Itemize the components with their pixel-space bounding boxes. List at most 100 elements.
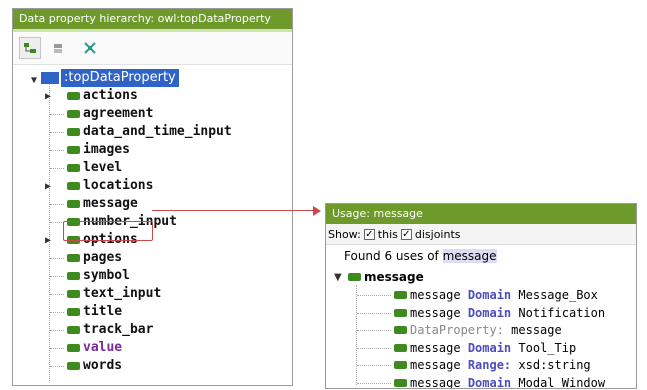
add-subproperty-icon[interactable] [19,37,41,59]
tree-item-agreement[interactable]: agreement [67,105,153,123]
disjoints-checkbox[interactable]: ✓ [400,228,412,240]
data-property-icon [67,128,80,136]
tree-item-data-and-time-input[interactable]: data_and_time_input [67,123,232,141]
tree-root[interactable]: :topDataProperty [41,69,179,87]
tree-item-label: level [83,160,123,175]
root-icon [41,72,59,84]
data-property-icon [67,164,80,172]
tree-item-label: images [83,142,130,157]
tree-branch-line [50,150,64,151]
expand-arrow-icon[interactable]: ▶ [45,181,51,192]
usage-object: Tool_Tip [518,340,577,355]
root-label: :topDataProperty [61,69,179,87]
tree-item-label: words [83,358,123,373]
usage-connector-line [152,210,315,211]
tree-branch-line [50,168,64,169]
usage-root[interactable]: message [348,269,424,285]
tree-item-message[interactable]: message [67,195,138,213]
data-property-hierarchy-panel: Data property hierarchy: owl:topDataProp… [12,8,293,386]
found-term: message [442,249,497,263]
collapse-arrow-icon[interactable]: ▼ [31,75,37,86]
usage-object: Notification [518,305,606,320]
tree-item-level[interactable]: level [67,159,122,177]
usage-keyword: Domain [467,305,512,320]
data-property-icon [394,378,407,387]
usage-collapse-arrow-icon[interactable]: ▼ [334,272,342,283]
data-property-icon [394,291,407,299]
this-label: this [377,227,398,241]
usage-root-label: message [364,270,424,284]
found-prefix: Found 6 uses of [344,249,439,263]
usage-title: Usage: message [326,204,636,224]
usage-row[interactable]: message Domain Tool_Tip [394,340,576,356]
tree-item-track-bar[interactable]: track_bar [67,321,153,339]
usage-subject: DataProperty: [410,323,504,337]
usage-row[interactable]: message Domain Modal_Window [394,375,606,389]
data-property-icon [67,92,80,100]
tree-branch-line [50,114,64,115]
usage-row[interactable]: DataProperty: message [394,322,562,338]
data-property-icon [67,290,80,298]
usage-row[interactable]: message Domain Notification [394,305,605,321]
tree-item-label: locations [83,178,154,193]
tree-branch-line [50,132,64,133]
usage-branch-line [357,382,391,384]
tree-item-images[interactable]: images [67,141,130,159]
tree-item-label: track_bar [83,322,154,337]
tree-item-symbol[interactable]: symbol [67,267,130,285]
data-property-icon [394,343,407,352]
delete-icon[interactable] [79,37,101,59]
tree-item-words[interactable]: words [67,357,122,375]
usage-keyword: Range: [467,358,512,372]
data-property-icon [67,326,80,334]
tree-item-label: text_input [83,286,162,301]
add-sibling-icon[interactable] [49,37,71,59]
tree-branch-line [50,204,64,205]
tree-item-pages[interactable]: pages [67,249,122,267]
usage-keyword: Domain [467,288,512,302]
expand-arrow-icon[interactable]: ▶ [45,235,51,246]
usage-panel: Usage: message Show: ✓ this ✓ disjoints … [325,203,637,389]
data-property-icon [67,182,80,190]
usage-connector-arrow [313,206,321,216]
tree-item-label: pages [83,250,123,265]
tree-item-text-input[interactable]: text_input [67,285,161,303]
usage-row[interactable]: message Range: xsd:string [394,357,591,373]
data-property-icon [67,308,80,316]
expand-arrow-icon[interactable]: ▶ [45,91,51,102]
usage-branch-line [357,365,391,366]
this-checkbox[interactable]: ✓ [363,228,375,240]
usage-branch-line [357,295,391,296]
tree-branch-line [50,348,64,349]
panel-title: Data property hierarchy: owl:topDataProp… [13,9,292,29]
tree-item-title[interactable]: title [67,303,122,321]
data-property-icon [67,200,80,208]
tree-item-label: symbol [83,268,130,283]
data-property-icon [67,344,80,352]
usage-row[interactable]: message Domain Message_Box [394,287,598,303]
data-property-icon [394,361,407,369]
hierarchy-toolbar [13,32,292,65]
tree-item-value[interactable]: value [67,339,122,357]
message-highlight-box [63,221,153,241]
usage-object: xsd:string [518,358,591,372]
data-property-icon [67,146,80,154]
usage-branch-line [357,330,391,331]
usage-keyword: Domain [467,340,512,355]
tree-item-actions[interactable]: actions [67,87,138,105]
usage-subject: message [410,375,461,389]
usage-object: message [511,323,562,337]
tree-item-locations[interactable]: locations [67,177,153,195]
tree-item-label: message [83,196,138,211]
data-property-icon [394,326,407,334]
usage-subject: message [410,358,461,372]
tree-item-label: title [83,304,123,319]
data-property-icon [67,254,80,262]
tree-branch-line [50,294,64,295]
usage-object: Modal_Window [518,375,606,389]
usage-subject: message [410,288,461,302]
tree-branch-line [50,258,64,259]
usage-filter-bar: Show: ✓ this ✓ disjoints [326,224,636,245]
tree-branch-line [50,222,64,223]
property-icon [348,273,361,281]
